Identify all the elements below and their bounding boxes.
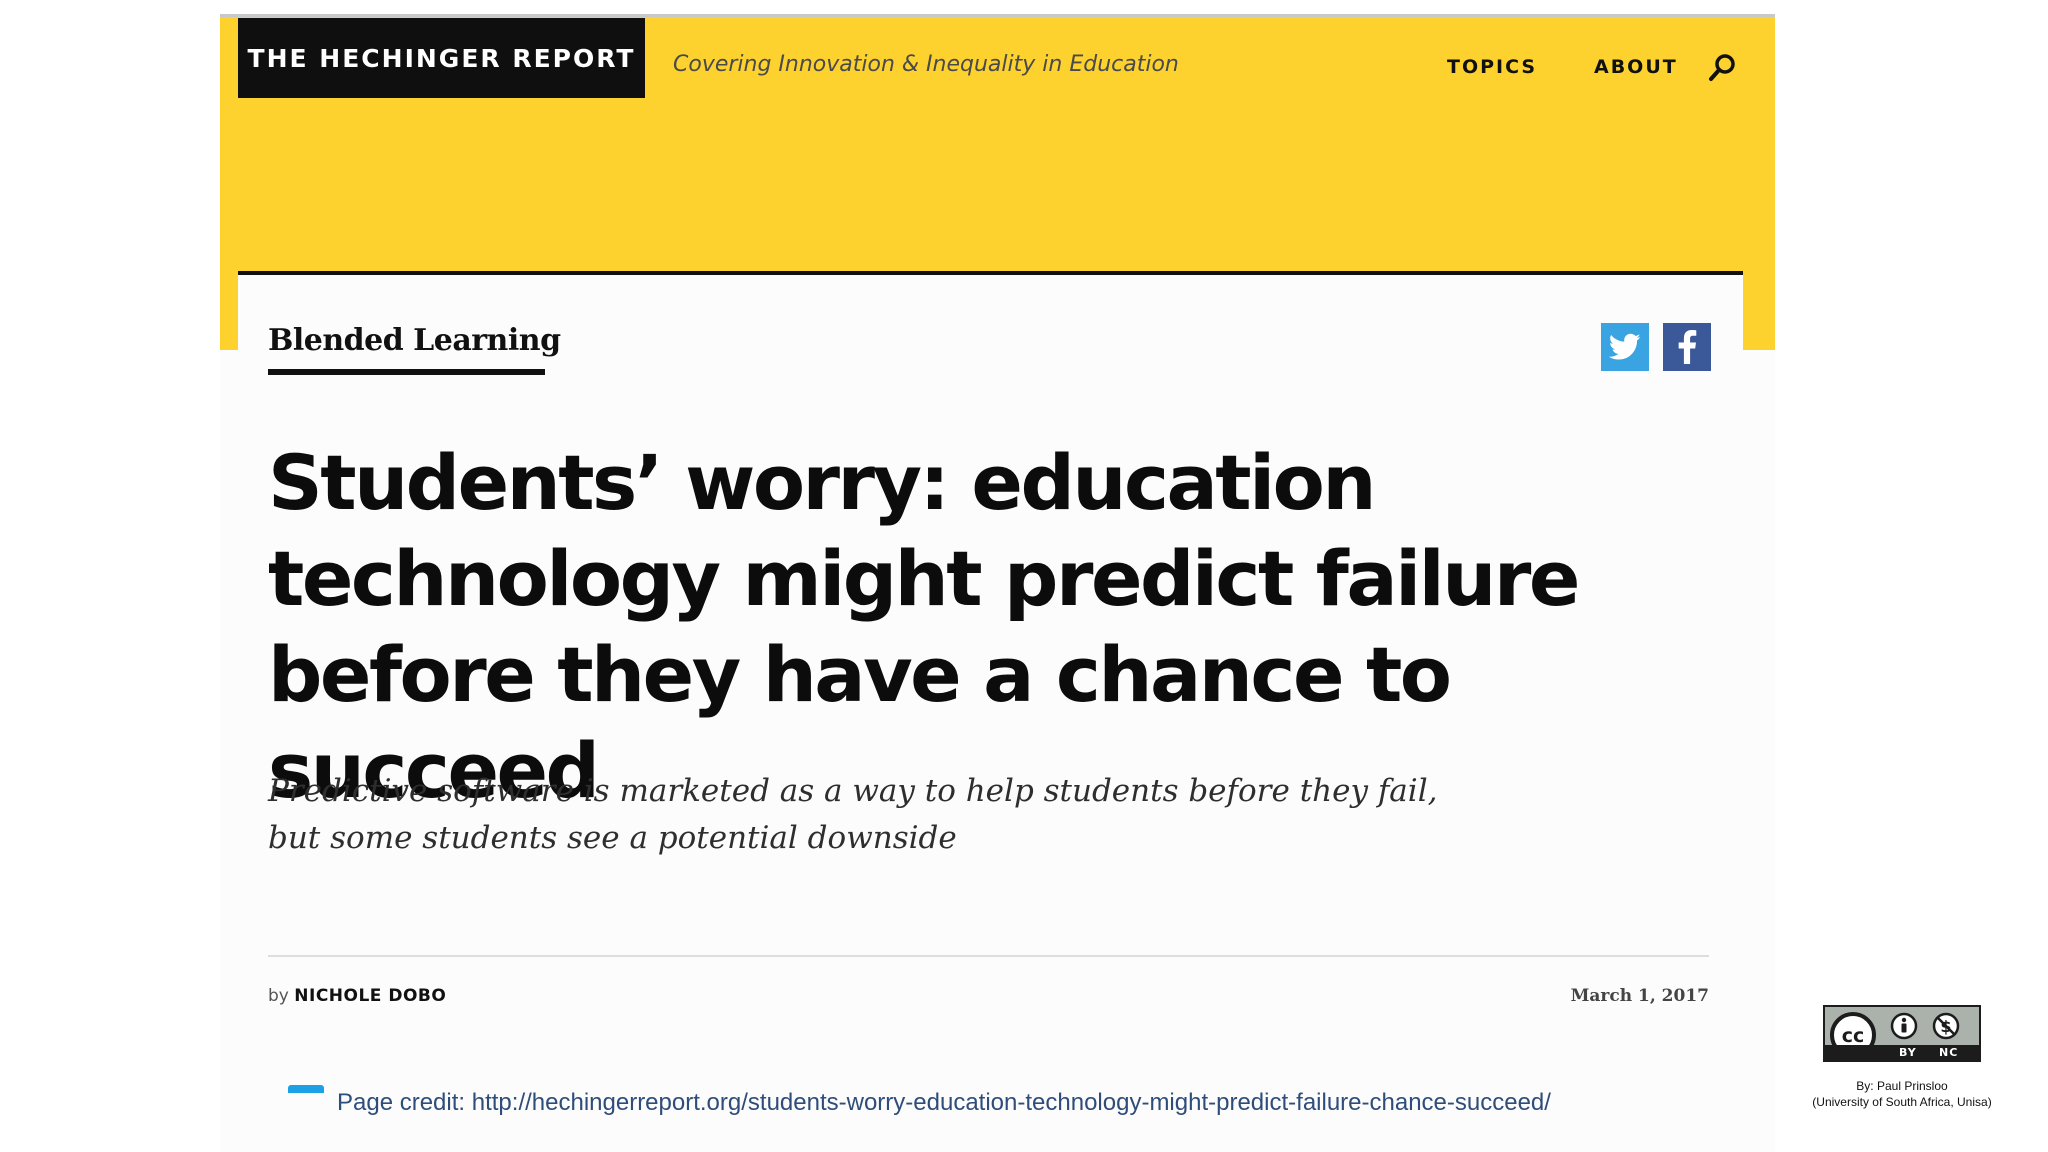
cc-glyph: cc (1842, 1025, 1865, 1047)
cc-by-label: BY (1899, 1046, 1917, 1059)
cc-label-strip: BY NC (1825, 1045, 1979, 1060)
cc-nc-label: NC (1939, 1046, 1959, 1059)
facebook-icon (1678, 330, 1697, 364)
slide-author: By: Paul Prinsloo (University of South A… (1750, 1078, 2048, 1110)
noncommercial-icon: $ (1932, 1012, 1960, 1040)
twitter-icon (1609, 333, 1641, 360)
cc-license-badge[interactable]: cc $ BY NC (1823, 1005, 1981, 1062)
article-screenshot: THE HECHINGER REPORT Covering Innovation… (220, 14, 1775, 1152)
search-icon (1709, 54, 1735, 81)
slide-author-name: By: Paul Prinsloo (1856, 1079, 1948, 1093)
site-logo[interactable]: THE HECHINGER REPORT (238, 18, 645, 98)
nav-topics[interactable]: TOPICS (1447, 56, 1537, 78)
byline-divider (268, 955, 1709, 957)
search-button[interactable] (1704, 50, 1740, 86)
slide-author-affiliation: (University of South Africa, Unisa) (1812, 1095, 1992, 1109)
share-facebook-button[interactable] (1663, 323, 1711, 371)
byline-prefix: by (268, 986, 289, 1006)
author-link[interactable]: NICHOLE DOBO (294, 986, 446, 1006)
article-dek: Predictive software is marketed as a way… (268, 773, 1438, 856)
byline: by NICHOLE DOBO (268, 986, 446, 1006)
cut-off-element (288, 1085, 324, 1093)
site-tagline: Covering Innovation & Inequality in Educ… (673, 52, 1179, 77)
section-label[interactable]: Blended Learning (268, 323, 561, 358)
article-headline: Students’ worry: education technology mi… (268, 438, 1580, 815)
attribution-icon (1890, 1012, 1918, 1040)
section-underline (268, 369, 545, 375)
publish-date: March 1, 2017 (1570, 986, 1709, 1006)
nav-about[interactable]: ABOUT (1594, 56, 1678, 78)
share-twitter-button[interactable] (1601, 323, 1649, 371)
article-card: Blended Learning Students’ worry: educat… (238, 271, 1743, 1152)
page-credit: Page credit: http://hechingerreport.org/… (337, 1089, 1551, 1116)
